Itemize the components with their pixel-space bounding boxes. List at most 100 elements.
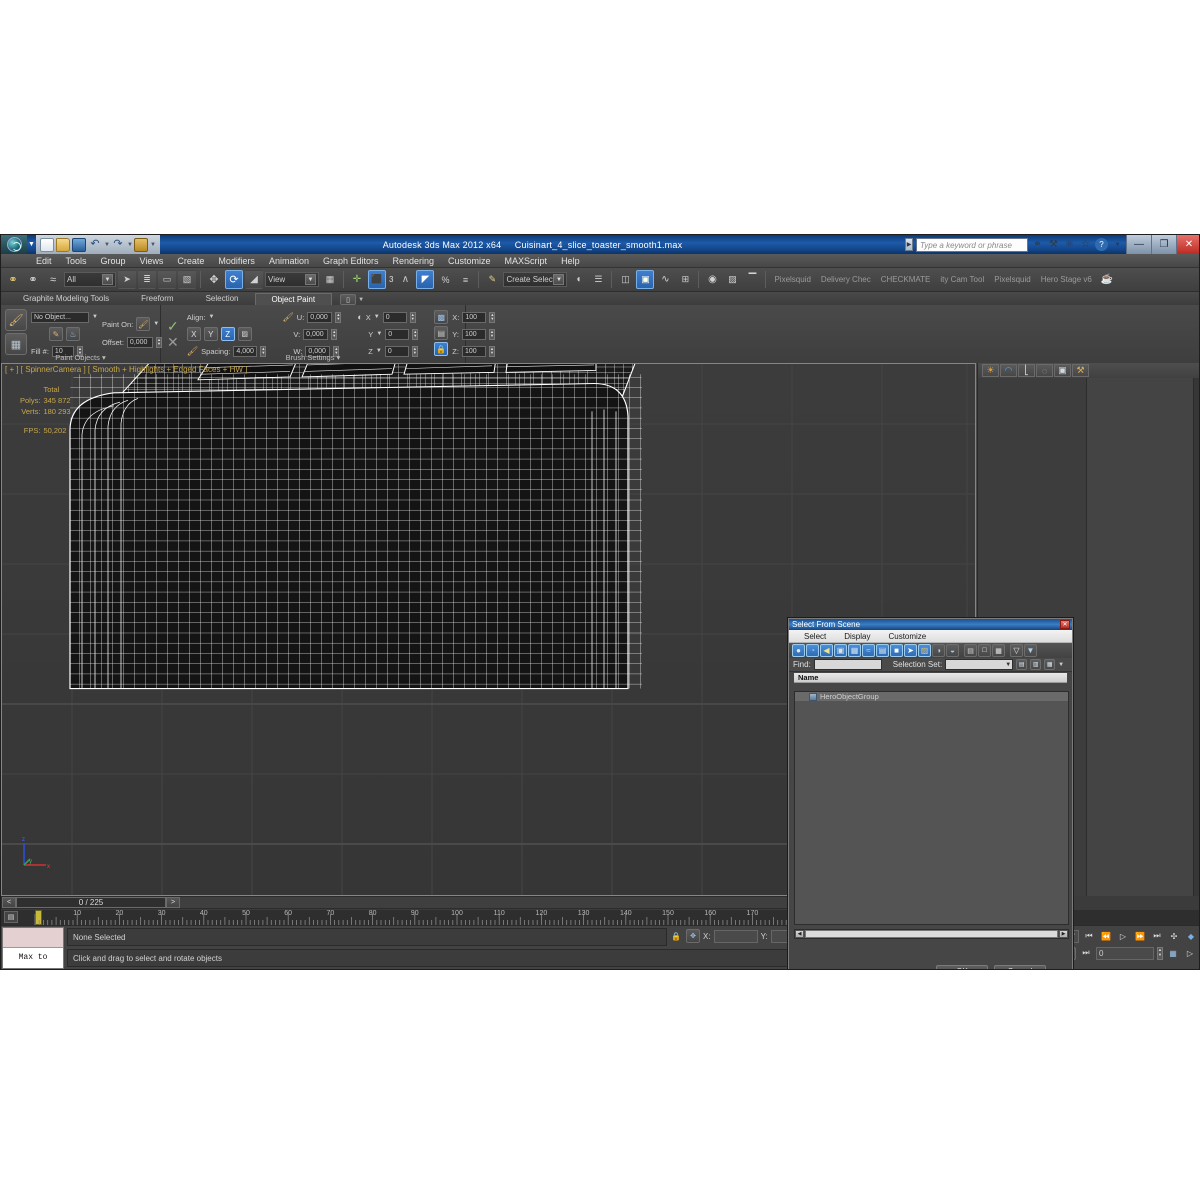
dialog-menu-display[interactable]: Display	[835, 632, 879, 641]
scale-y-spinner[interactable]: ▲▼	[489, 329, 495, 340]
save-file-icon[interactable]	[72, 238, 86, 252]
scale-z-spinner[interactable]: ▲▼	[489, 346, 495, 357]
application-menu-button[interactable]	[1, 235, 27, 254]
minimize-button[interactable]: —	[1126, 235, 1151, 254]
wrench-icon[interactable]: ⚒	[1047, 238, 1060, 251]
plugin-label-checkmate[interactable]: CHECKMATE	[877, 275, 935, 284]
select-object-icon[interactable]: ➤	[118, 270, 136, 289]
material-editor-icon[interactable]: ◉	[703, 270, 721, 289]
menu-item-rendering[interactable]: Rendering	[386, 254, 442, 268]
ribbon-tab-freeform[interactable]: Freeform	[125, 293, 189, 305]
scale-random-icon[interactable]: ▤	[434, 326, 448, 340]
scale-y-value[interactable]: 100	[462, 329, 486, 340]
mirror-icon[interactable]: ◖	[569, 270, 587, 289]
named-selection-set-dropdown[interactable]: Create Selection Se ▼	[503, 272, 567, 287]
utilities-tab[interactable]: ⚒	[1072, 364, 1089, 377]
absolute-relative-transform-icon[interactable]: ✥	[686, 929, 700, 943]
render-setup-icon[interactable]: ▨	[723, 270, 741, 289]
qat-customize-chevron-icon[interactable]: ▼	[150, 238, 156, 252]
select-and-manipulate-nav-icon[interactable]: ✣	[1167, 929, 1181, 943]
search-input[interactable]: Type a keyword or phrase	[916, 238, 1028, 252]
display-helpers-icon[interactable]: ▦	[848, 644, 861, 657]
ribbon-chevron-icon[interactable]: ▼	[358, 297, 364, 303]
menu-item-animation[interactable]: Animation	[262, 254, 316, 268]
display-geometry-icon[interactable]: ●	[792, 644, 805, 657]
display-space-warps-icon[interactable]: ≈	[862, 644, 875, 657]
scatter-u-spinner[interactable]: ▲▼	[335, 312, 341, 323]
use-pivot-point-center-icon[interactable]: ▦	[321, 270, 339, 289]
ribbon-tab-selection[interactable]: Selection	[190, 293, 255, 305]
display-bones-icon[interactable]: ➤	[904, 644, 917, 657]
key-field[interactable]: 0	[1096, 947, 1154, 960]
display-xrefs-icon[interactable]: ■	[890, 644, 903, 657]
hierarchy-tab[interactable]: ⎣	[1018, 364, 1035, 377]
dialog-selection-set-chevron-icon[interactable]: ▼	[1005, 662, 1012, 668]
rendered-frame-window-icon[interactable]: ▔	[743, 270, 761, 289]
cancel-paint-icon[interactable]: ✕	[167, 336, 179, 349]
close-button[interactable]: ✕	[1176, 235, 1200, 254]
select-subtree-icon[interactable]: ▦	[992, 644, 1005, 657]
display-groups-icon[interactable]: ▤	[876, 644, 889, 657]
menu-item-tools[interactable]: Tools	[59, 254, 94, 268]
dialog-close-button[interactable]: ✕	[1060, 620, 1070, 629]
ribbon-tab-object-paint[interactable]: Object Paint	[255, 293, 333, 305]
undo-dropdown-icon[interactable]: ▼	[104, 238, 109, 252]
reference-coordinate-dropdown[interactable]: View ▼	[265, 272, 319, 287]
coord-x-field[interactable]	[714, 930, 758, 943]
search-binoculars-icon[interactable]: ⚭	[1031, 238, 1044, 251]
align-icon[interactable]: ☰	[589, 270, 607, 289]
previous-frame-arrow[interactable]: <	[2, 897, 16, 908]
rotate-y-chevron-icon[interactable]: ▼	[376, 331, 382, 337]
select-and-link-icon[interactable]: ⚭	[4, 270, 22, 289]
next-frame-arrow[interactable]: >	[166, 897, 180, 908]
bind-to-space-warp-icon[interactable]: ≈	[44, 270, 62, 289]
window-crossing-toggle-icon[interactable]: ▧	[178, 270, 196, 289]
scale-z-value[interactable]: 100	[462, 346, 486, 357]
layer-manager-icon[interactable]: ◫	[616, 270, 634, 289]
named-selection-set-chevron-icon[interactable]: ▼	[553, 274, 564, 285]
percent-snap-toggle-icon[interactable]: %	[436, 270, 454, 289]
menu-item-help[interactable]: Help	[554, 254, 587, 268]
menu-item-group[interactable]: Group	[94, 254, 133, 268]
display-shapes-icon[interactable]: ◔	[806, 644, 819, 657]
subscription-icon[interactable]: ⚛	[1063, 238, 1076, 251]
scale-x-spinner[interactable]: ▲▼	[489, 312, 495, 323]
redo-icon[interactable]: ↷	[111, 238, 125, 252]
find-input[interactable]	[814, 659, 882, 670]
menu-item-modifiers[interactable]: Modifiers	[211, 254, 262, 268]
pick-object-icon[interactable]: ✎	[49, 327, 63, 341]
selection-filter-dropdown[interactable]: All ▼	[64, 272, 116, 287]
filter-icon[interactable]: ▽	[1010, 644, 1023, 657]
collapse-all-icon[interactable]: □	[978, 644, 991, 657]
edit-selection-set-icon[interactable]: ▦	[1044, 659, 1055, 670]
angle-snap-toggle-icon[interactable]: ◤	[416, 270, 434, 289]
scatter-v-spinner[interactable]: ▲▼	[331, 329, 337, 340]
next-frame-icon[interactable]: ⏩	[1133, 929, 1147, 943]
rotate-y-value[interactable]: 0	[385, 329, 409, 340]
commit-paint-icon[interactable]: ✓	[167, 320, 179, 333]
unlink-selection-icon[interactable]: ⚭	[24, 270, 42, 289]
favorites-star-icon[interactable]: ☆	[1079, 238, 1092, 251]
go-to-end-icon[interactable]: ⏭	[1150, 929, 1164, 943]
help-icon[interactable]: ?	[1095, 238, 1108, 251]
key-mode-toggle-nav-icon[interactable]: ⏭	[1079, 946, 1093, 960]
align-axis-x-button[interactable]: X	[187, 327, 201, 341]
display-lights-icon[interactable]: ◀	[820, 644, 833, 657]
ok-button[interactable]: OK	[936, 965, 988, 970]
menu-item-edit[interactable]: Edit	[29, 254, 59, 268]
menu-item-create[interactable]: Create	[170, 254, 211, 268]
go-to-start-icon[interactable]: ⏮	[1082, 929, 1096, 943]
field-of-view-icon[interactable]: ◆	[1184, 929, 1198, 943]
select-and-scale-icon[interactable]: ◢	[245, 270, 263, 289]
scroll-left-arrow-icon[interactable]: ◀	[795, 930, 804, 938]
key-field-spinner[interactable]: ▲▼	[1157, 947, 1163, 960]
motion-tab[interactable]: ◌	[1036, 364, 1053, 377]
display-containers-icon[interactable]: ▨	[918, 644, 931, 657]
menu-item-views[interactable]: Views	[133, 254, 171, 268]
dialog-menu-select[interactable]: Select	[795, 632, 835, 641]
max-to-physical-button[interactable]: Max to Physac	[2, 927, 64, 969]
menu-item-maxscript[interactable]: MAXScript	[498, 254, 555, 268]
rotate-x-spinner[interactable]: ▲▼	[410, 312, 416, 323]
rotate-y-spinner[interactable]: ▲▼	[412, 329, 418, 340]
new-file-icon[interactable]	[40, 238, 54, 252]
